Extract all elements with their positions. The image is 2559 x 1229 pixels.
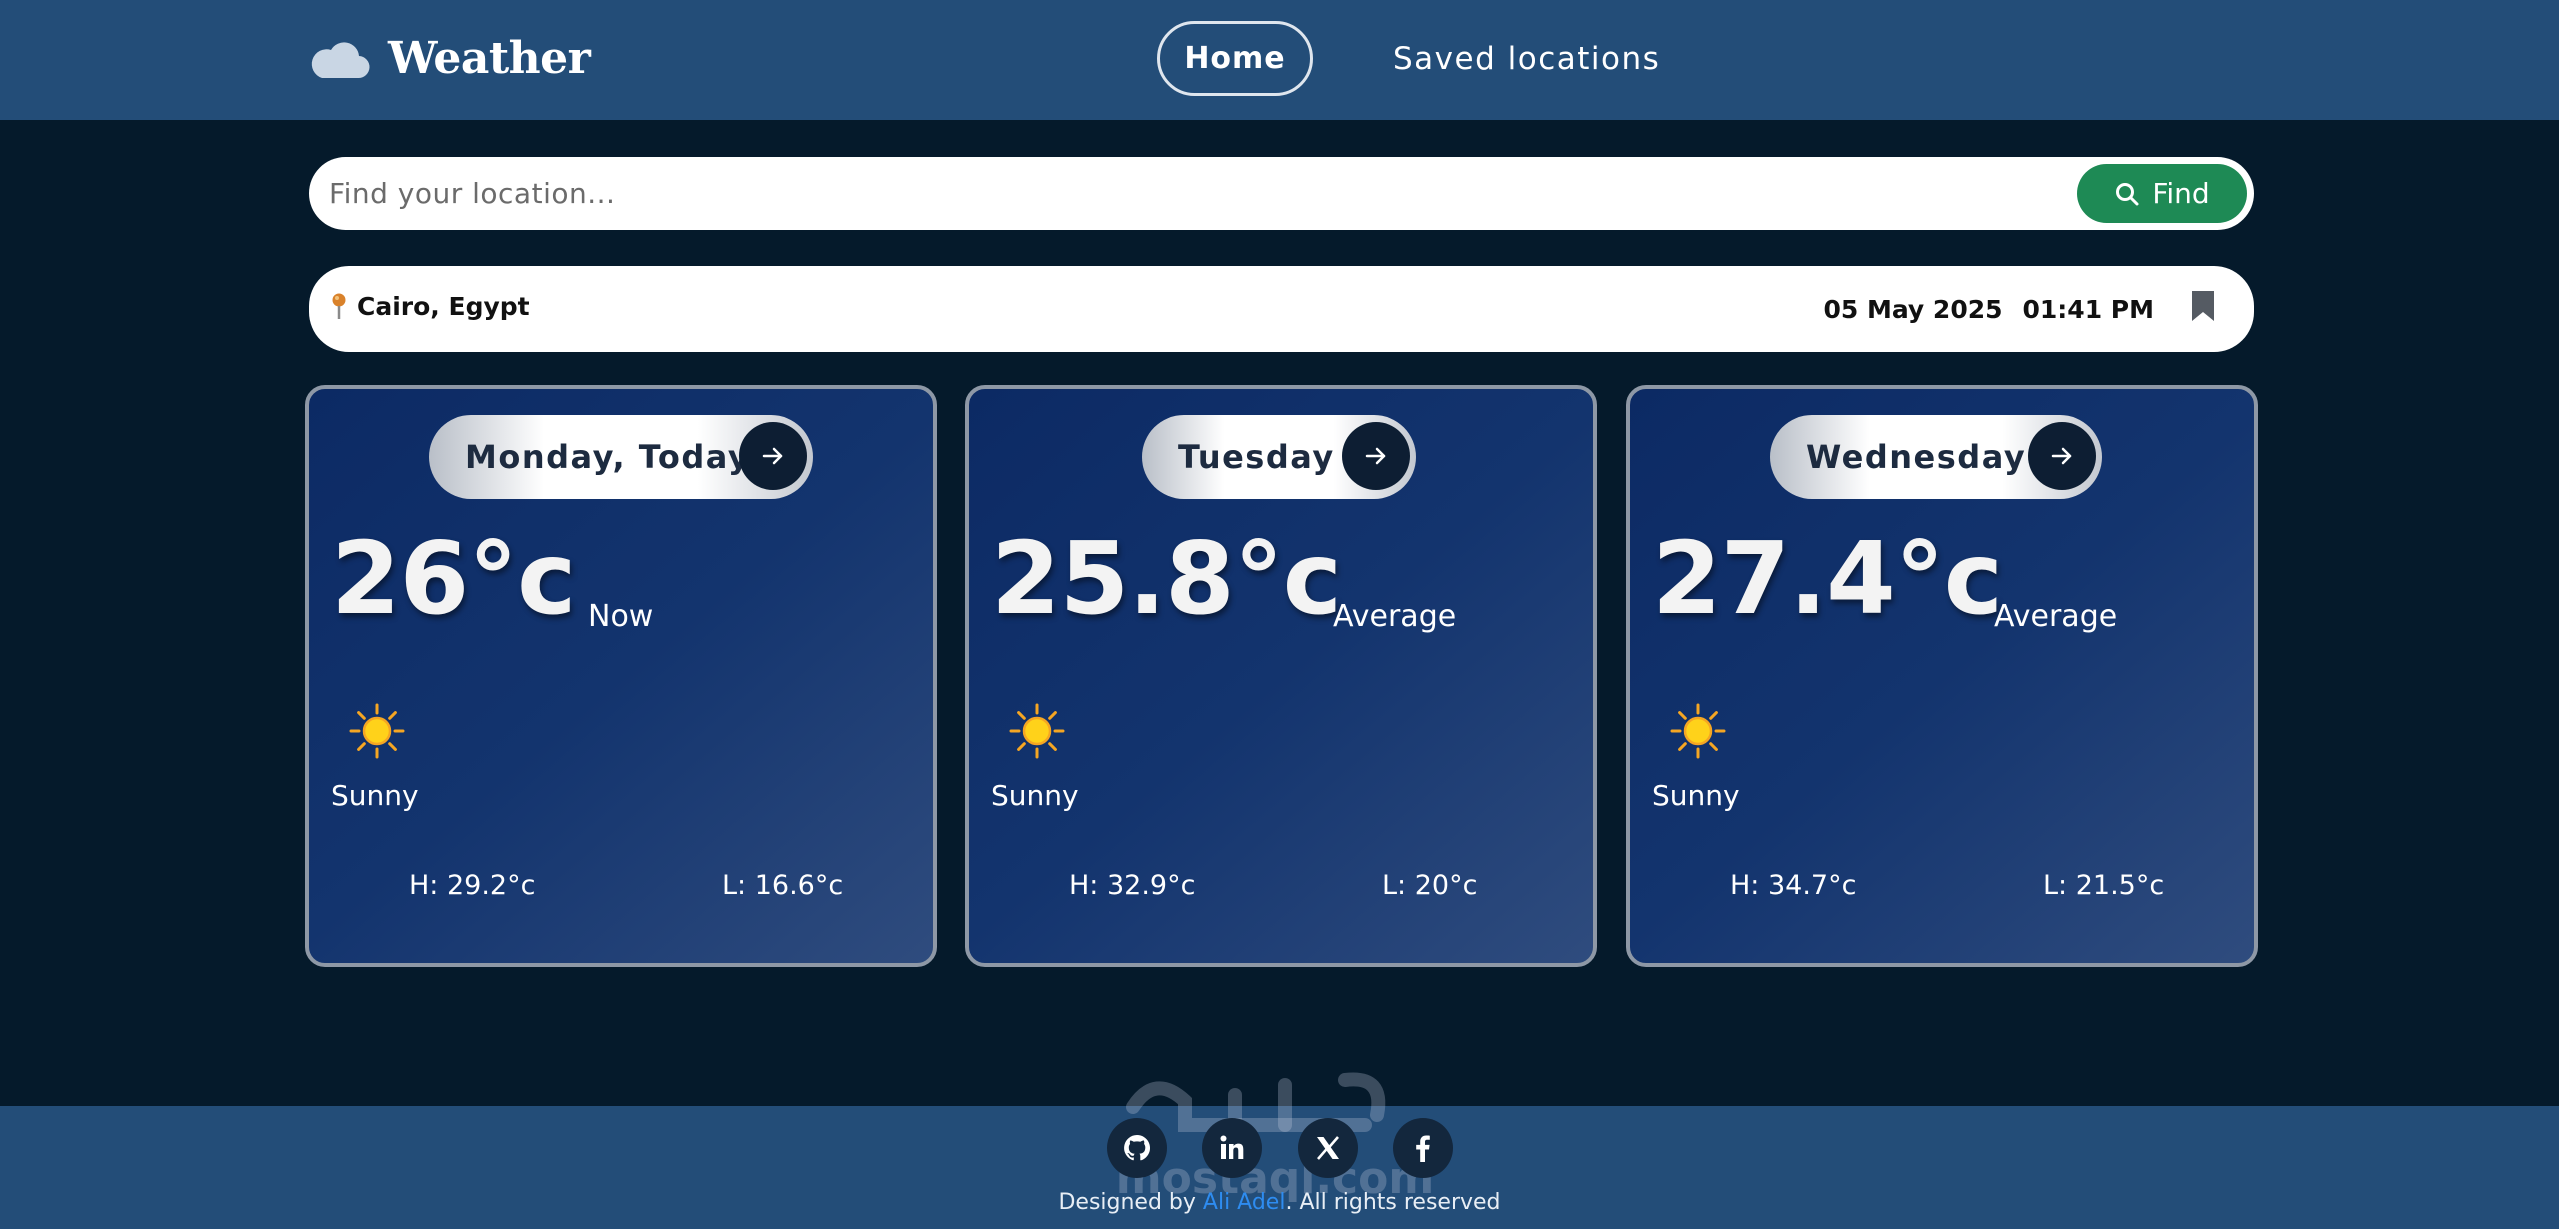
- day-pill[interactable]: Wednesday: [1770, 415, 2102, 499]
- day-pill[interactable]: Monday, Today: [429, 415, 813, 499]
- search-input[interactable]: [329, 165, 2029, 222]
- x-link[interactable]: [1298, 1118, 1358, 1178]
- condition: Sunny: [991, 779, 1079, 812]
- high-temp: H: 29.2°c: [409, 870, 536, 901]
- sun-icon: [1009, 703, 1065, 759]
- day-label: Wednesday: [1806, 438, 2027, 476]
- cloud-icon: [311, 42, 370, 79]
- credits-suffix: . All rights reserved: [1285, 1190, 1501, 1215]
- temperature-label: Average: [1994, 599, 2118, 634]
- x-icon: [1317, 1136, 1339, 1160]
- condition: Sunny: [1652, 779, 1740, 812]
- arrow-right-icon: [762, 447, 783, 465]
- search-icon: [2116, 182, 2139, 205]
- location-date: 05 May 2025: [1823, 294, 2003, 324]
- day-details-button[interactable]: [2028, 422, 2096, 490]
- day-label: Tuesday: [1178, 438, 1335, 476]
- author-link[interactable]: Ali Adel: [1203, 1190, 1286, 1215]
- bookmark-icon[interactable]: [2190, 289, 2216, 323]
- temperature: 27.4°c: [1652, 520, 2003, 637]
- arrow-right-icon: [1365, 447, 1386, 465]
- location-datetime: 05 May 2025 01:41 PM: [1823, 266, 2216, 352]
- navbar: Weather Home Saved locations: [0, 0, 2559, 120]
- forecast-card-today: Monday, Today 26°c Now Sunny H: 29.2°c L…: [305, 385, 937, 967]
- temperature: 26°c: [331, 520, 576, 637]
- github-link[interactable]: [1107, 1118, 1167, 1178]
- forecast-card-wednesday: Wednesday 27.4°c Average Sunny H: 34.7°c…: [1626, 385, 2258, 967]
- day-label: Monday, Today: [465, 438, 751, 476]
- brand-name: Weather: [388, 32, 591, 84]
- low-temp: L: 21.5°c: [2043, 870, 2165, 901]
- day-details-button[interactable]: [1342, 422, 1410, 490]
- low-temp: L: 20°c: [1382, 870, 1478, 901]
- condition: Sunny: [331, 779, 419, 812]
- temperature-label: Average: [1333, 599, 1457, 634]
- find-button-label: Find: [2152, 177, 2210, 210]
- find-button[interactable]: Find: [2077, 164, 2247, 223]
- sun-icon: [1670, 703, 1726, 759]
- linkedin-link[interactable]: [1202, 1118, 1262, 1178]
- day-pill[interactable]: Tuesday: [1142, 415, 1416, 499]
- high-temp: H: 32.9°c: [1069, 870, 1196, 901]
- search-bar: Find: [309, 157, 2254, 230]
- brand[interactable]: Weather: [308, 28, 591, 88]
- location-info: Cairo, Egypt: [331, 266, 530, 352]
- pin-icon: [332, 293, 346, 319]
- low-temp: L: 16.6°c: [722, 870, 844, 901]
- nav-home[interactable]: Home: [1157, 21, 1313, 96]
- temperature-label: Now: [588, 599, 654, 634]
- credits-prefix: Designed by: [1058, 1190, 1203, 1215]
- location-time: 01:41 PM: [2022, 294, 2154, 324]
- location-bar: Cairo, Egypt 05 May 2025 01:41 PM: [309, 266, 2254, 352]
- temperature: 25.8°c: [991, 520, 1342, 637]
- nav-saved-locations[interactable]: Saved locations: [1393, 21, 1660, 96]
- forecast-card-tuesday: Tuesday 25.8°c Average Sunny H: 32.9°c L…: [965, 385, 1597, 967]
- arrow-right-icon: [2051, 447, 2072, 465]
- sun-icon: [349, 703, 405, 759]
- footer-credits: Designed by Ali Adel. All rights reserve…: [0, 1190, 2559, 1215]
- day-details-button[interactable]: [739, 422, 807, 490]
- linkedin-icon: [1220, 1135, 1244, 1159]
- facebook-icon: [1416, 1135, 1430, 1162]
- facebook-link[interactable]: [1393, 1118, 1453, 1178]
- location-name: Cairo, Egypt: [357, 291, 530, 321]
- high-temp: H: 34.7°c: [1730, 870, 1857, 901]
- github-icon: [1124, 1135, 1150, 1161]
